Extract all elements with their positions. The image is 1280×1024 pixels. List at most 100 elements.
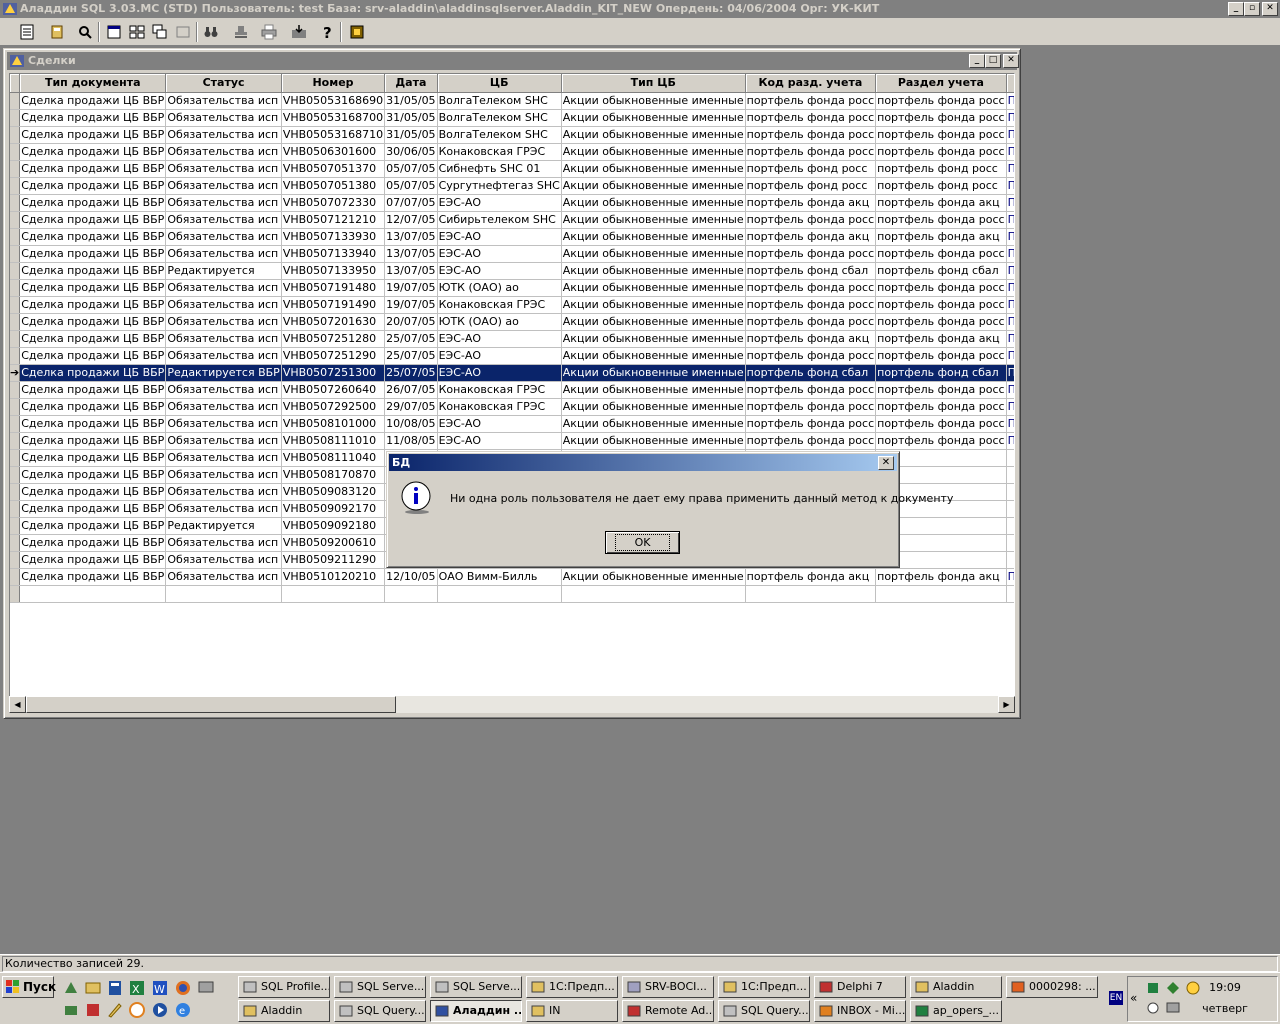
- table-cell[interactable]: VHB0507191480: [281, 279, 386, 297]
- row-indicator[interactable]: [10, 398, 21, 416]
- table-cell[interactable]: Обязательства исп: [165, 432, 282, 450]
- table-row[interactable]: Сделка продажи ЦБ ВБР Обязательства исп VH…: [10, 415, 1014, 433]
- table-cell[interactable]: 12/07/05: [384, 211, 438, 229]
- table-cell[interactable]: портфель фонда росс: [745, 245, 877, 263]
- child-minimize-button[interactable]: _: [969, 54, 985, 68]
- table-cell[interactable]: Обязательства исп: [165, 211, 282, 229]
- table-cell[interactable]: Акции обыкновенные именные: [561, 228, 746, 246]
- table-row[interactable]: Сделка продажи ЦБ ВБР Обязательства исп VH…: [10, 398, 1014, 416]
- table-cell[interactable]: ВолгаТелеком SHC: [437, 126, 562, 144]
- table-cell[interactable]: Акции обыкновенные именные: [561, 364, 746, 382]
- table-row[interactable]: Сделка продажи ЦБ ВБР Обязательства исп VH…: [10, 313, 1014, 331]
- table-row[interactable]: Сделка продажи ЦБ ВБР Обязательства исп VH…: [10, 279, 1014, 297]
- table-cell[interactable]: Конаковская ГРЭС: [437, 398, 562, 416]
- table-cell[interactable]: Сделка продажи ЦБ ВБР: [19, 415, 167, 433]
- taskbar-button[interactable]: Aladdin: [910, 976, 1002, 998]
- taskbar-button[interactable]: SQL Query...: [718, 1000, 810, 1022]
- table-cell[interactable]: VHB0507251300: [281, 364, 386, 382]
- table-cell[interactable]: 25/07/05: [384, 347, 438, 365]
- table-cell[interactable]: портфель фонда росс: [875, 279, 1007, 297]
- table-cell[interactable]: 07/07/05: [384, 194, 438, 212]
- table-cell[interactable]: VHB0507133930: [281, 228, 386, 246]
- taskbar-button[interactable]: 1С:Предп...: [526, 976, 618, 998]
- table-cell[interactable]: 05/07/05: [384, 177, 438, 195]
- row-indicator[interactable]: [10, 296, 21, 314]
- table-cell[interactable]: VHB0507251290: [281, 347, 386, 365]
- table-cell[interactable]: Конаковская ГРЭС: [437, 296, 562, 314]
- table-cell[interactable]: ЕЭС-АО: [437, 330, 562, 348]
- taskbar-button[interactable]: SQL Serve...: [430, 976, 522, 998]
- quicklaunch-explorer-icon[interactable]: [84, 979, 102, 997]
- table-cell[interactable]: Продажа: [1006, 92, 1014, 110]
- row-indicator[interactable]: [10, 228, 21, 246]
- import-icon[interactable]: [288, 22, 310, 42]
- column-header[interactable]: Дата: [384, 74, 438, 93]
- table-cell[interactable]: Обязательства исп: [165, 313, 282, 331]
- quicklaunch-tool-icon[interactable]: [62, 1001, 80, 1019]
- table-cell[interactable]: Обязательства исп: [165, 534, 282, 552]
- table-cell[interactable]: Акции обыкновенные именные: [561, 211, 746, 229]
- table-cell[interactable]: портфель фонда акц: [745, 330, 877, 348]
- table-cell[interactable]: Сделка продажи ЦБ ВБР: [19, 194, 167, 212]
- document-list-icon[interactable]: [16, 22, 38, 42]
- table-cell[interactable]: Сделка продажи ЦБ ВБР: [19, 143, 167, 161]
- table-cell[interactable]: 10/08/05: [384, 415, 438, 433]
- taskbar-button[interactable]: ap_opers_...: [910, 1000, 1002, 1022]
- table-row[interactable]: Сделка продажи ЦБ ВБР Редактируется VHB050…: [10, 262, 1014, 280]
- table-cell[interactable]: портфель фонд сбал: [745, 262, 877, 280]
- table-row[interactable]: Сделка продажи ЦБ ВБР Обязательства исп VH…: [10, 330, 1014, 348]
- help-icon[interactable]: ?: [316, 22, 338, 42]
- table-cell[interactable]: Акции обыкновенные именные: [561, 160, 746, 178]
- table-cell[interactable]: ВолгаТелеком SHC: [437, 92, 562, 110]
- row-indicator[interactable]: [10, 517, 21, 535]
- table-cell[interactable]: Акции обыкновенные именные: [561, 245, 746, 263]
- table-row[interactable]: Сделка продажи ЦБ ВБР Обязательства исп VH…: [10, 143, 1014, 161]
- row-indicator[interactable]: [10, 92, 21, 110]
- table-cell[interactable]: VHB0510120210: [281, 568, 386, 586]
- table-cell[interactable]: VHB0507292500: [281, 398, 386, 416]
- table-cell[interactable]: портфель фонда акц: [875, 568, 1007, 586]
- table-cell[interactable]: 05/07/05: [384, 160, 438, 178]
- table-cell[interactable]: портфель фонда росс: [745, 109, 877, 127]
- column-header[interactable]: Статус: [165, 74, 282, 93]
- horizontal-scrollbar[interactable]: ◀ ▶: [9, 696, 1015, 713]
- table-row[interactable]: Сделка продажи ЦБ ВБР Обязательства исп VH…: [10, 228, 1014, 246]
- table-cell[interactable]: Обязательства исп: [165, 347, 282, 365]
- stamp-icon[interactable]: [230, 22, 252, 42]
- tile-icon[interactable]: [126, 22, 148, 42]
- table-row[interactable]: Сделка продажи ЦБ ВБР Обязательства исп VH…: [10, 126, 1014, 144]
- table-row[interactable]: Сделка продажи ЦБ ВБР Обязательства исп VH…: [10, 245, 1014, 263]
- table-cell[interactable]: [1006, 466, 1014, 484]
- table-cell[interactable]: VHB0507191490: [281, 296, 386, 314]
- table-cell[interactable]: Акции обыкновенные именные: [561, 109, 746, 127]
- table-cell[interactable]: VHB0509200610: [281, 534, 386, 552]
- table-cell[interactable]: 30/06/05: [384, 143, 438, 161]
- table-cell[interactable]: портфель фонда росс: [875, 347, 1007, 365]
- table-cell[interactable]: Сибнефть SHC 01: [437, 160, 562, 178]
- table-cell[interactable]: Обязательства исп: [165, 177, 282, 195]
- table-cell[interactable]: Сделка продажи ЦБ ВБР: [19, 126, 167, 144]
- table-cell[interactable]: 31/05/05: [384, 126, 438, 144]
- table-cell[interactable]: Сделка продажи ЦБ ВБР: [19, 313, 167, 331]
- table-cell[interactable]: 11/08/05: [384, 432, 438, 450]
- table-cell[interactable]: портфель фонда росс: [875, 398, 1007, 416]
- table-cell[interactable]: ЕЭС-АО: [437, 432, 562, 450]
- tray-monitor-icon[interactable]: [1166, 1001, 1180, 1015]
- table-cell[interactable]: Акции обыкновенные именные: [561, 381, 746, 399]
- table-cell[interactable]: Обязательства исп: [165, 500, 282, 518]
- taskbar-button[interactable]: Aladdin: [238, 1000, 330, 1022]
- table-cell[interactable]: Обязательства исп: [165, 194, 282, 212]
- row-indicator[interactable]: [10, 449, 21, 467]
- minimize-button[interactable]: _: [1228, 2, 1244, 16]
- dialog-close-button[interactable]: ✕: [878, 456, 894, 470]
- table-cell[interactable]: Сделка продажи ЦБ ВБР: [19, 347, 167, 365]
- quicklaunch-network-icon[interactable]: [197, 979, 215, 997]
- table-cell[interactable]: Редактируется ВБР: [165, 364, 282, 382]
- table-cell[interactable]: Продажа: [1006, 177, 1014, 195]
- table-cell[interactable]: Акции обыкновенные именные: [561, 143, 746, 161]
- table-cell[interactable]: Продажа: [1006, 194, 1014, 212]
- table-cell[interactable]: ЮТК (ОАО) ао: [437, 313, 562, 331]
- table-cell[interactable]: портфель фонда росс: [745, 347, 877, 365]
- table-cell[interactable]: Акции обыкновенные именные: [561, 262, 746, 280]
- table-cell[interactable]: 25/07/05: [384, 364, 438, 382]
